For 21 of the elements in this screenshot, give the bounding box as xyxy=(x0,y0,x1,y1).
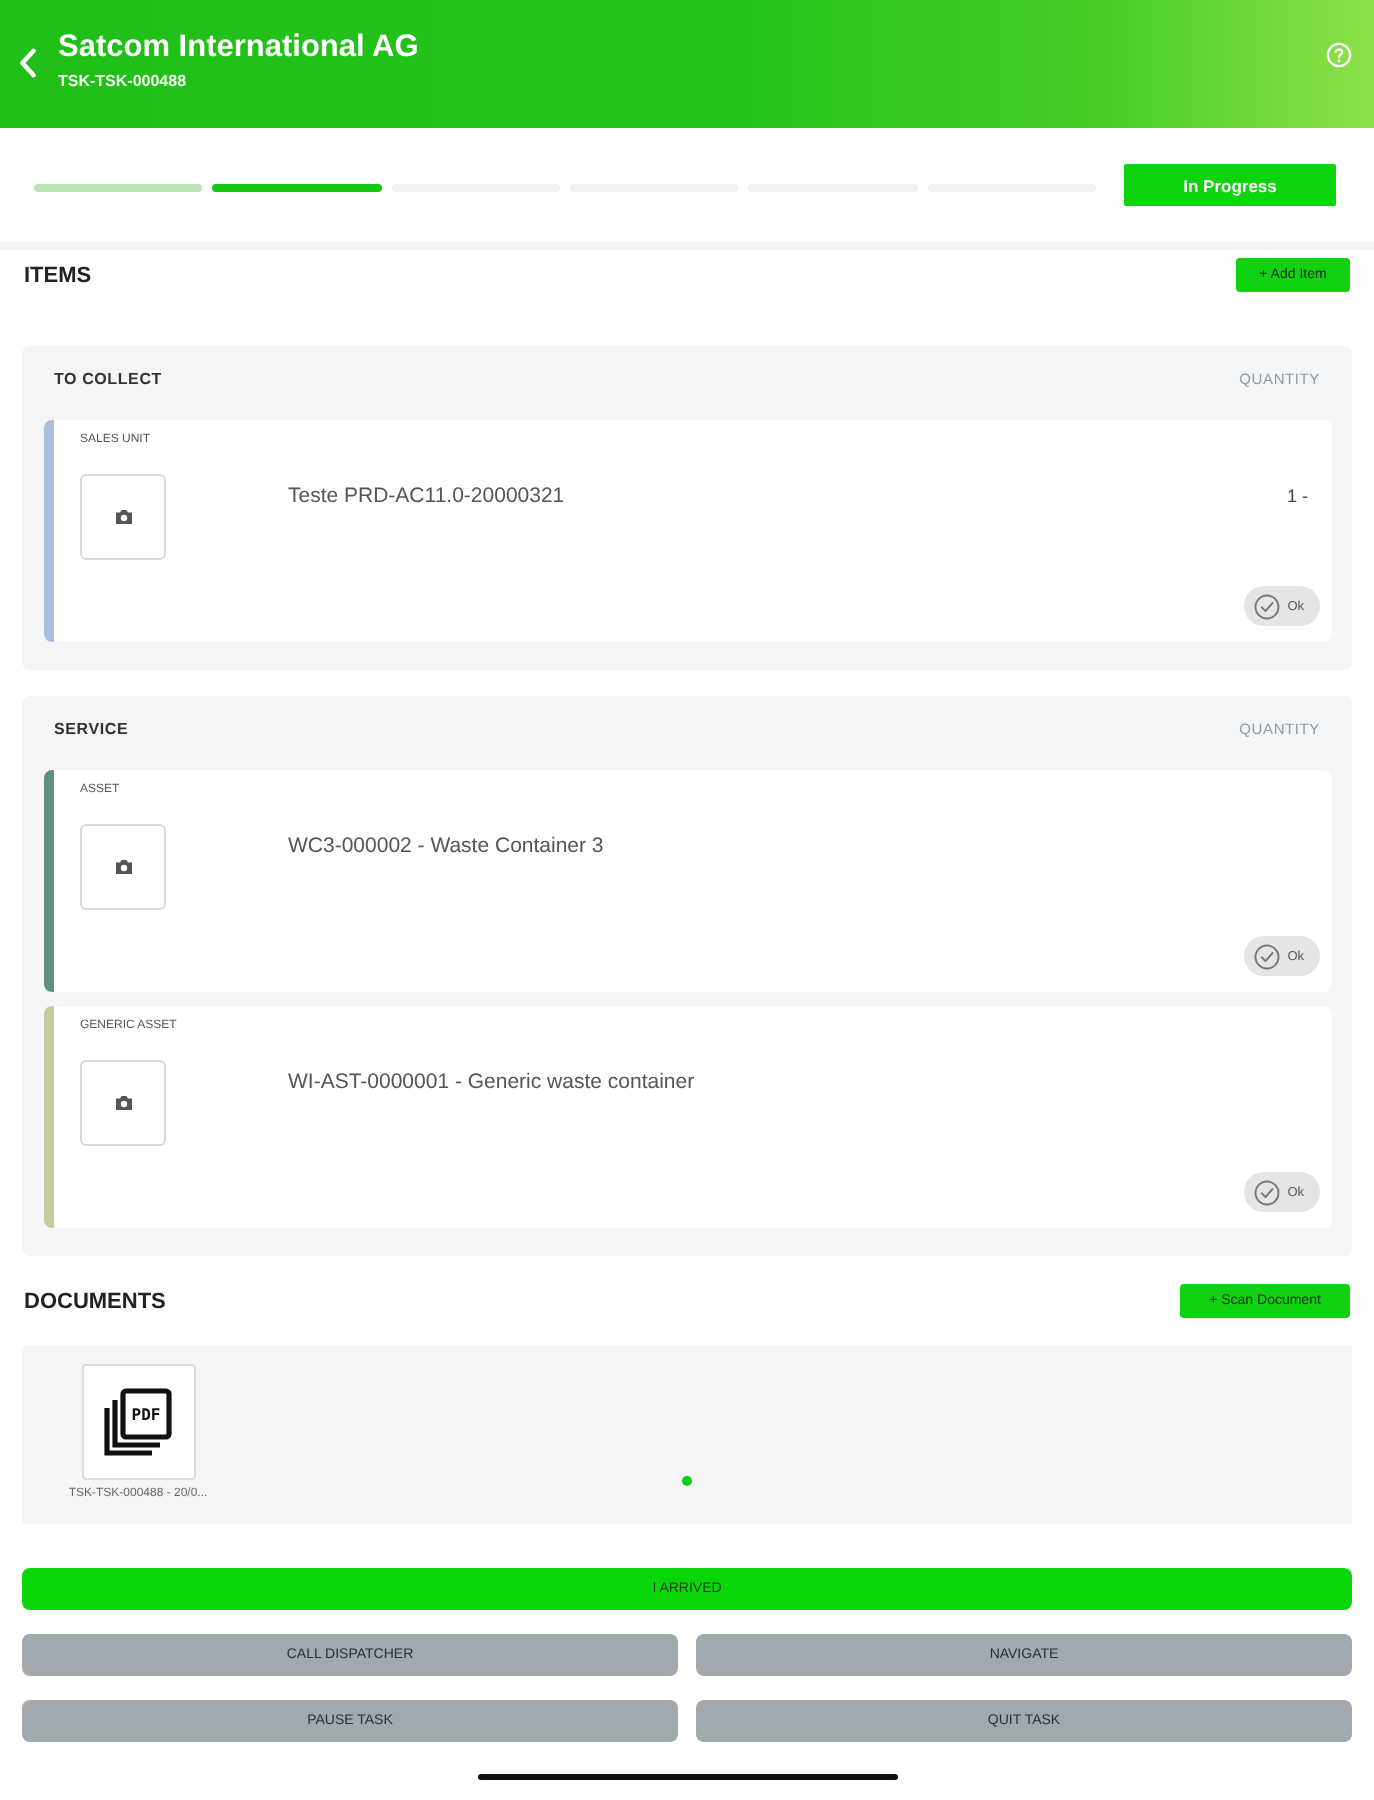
photo-tile[interactable] xyxy=(80,474,166,560)
section-title: ITEMS xyxy=(24,263,92,287)
camera-icon xyxy=(113,858,133,876)
section-title: DOCUMENTS xyxy=(24,1289,166,1313)
item-name: WI-AST-0000001 - Generic waste container xyxy=(288,1068,697,1096)
check-circle-icon xyxy=(1253,943,1280,969)
photo-tile[interactable] xyxy=(80,824,166,910)
camera-icon xyxy=(113,508,133,526)
task-id: TSK-TSK-000488 xyxy=(58,70,187,92)
camera-icon xyxy=(113,1094,133,1112)
photo-tile[interactable] xyxy=(80,1060,166,1146)
item-name: Teste PRD-AC11.0-20000321 xyxy=(288,482,567,510)
quantity-value: 1 - xyxy=(1286,484,1308,510)
group-title: SERVICE xyxy=(54,720,129,738)
document-thumbnail[interactable]: PDF xyxy=(81,1364,195,1480)
page-dot-icon[interactable] xyxy=(682,1476,692,1486)
check-circle-icon xyxy=(1253,1179,1280,1205)
check-circle-icon xyxy=(1253,593,1280,619)
item-name: WC3-000002 - Waste Container 3 xyxy=(288,832,606,860)
customer-title: Satcom International AG xyxy=(58,28,419,66)
group-title: TO COLLECT xyxy=(54,370,162,388)
